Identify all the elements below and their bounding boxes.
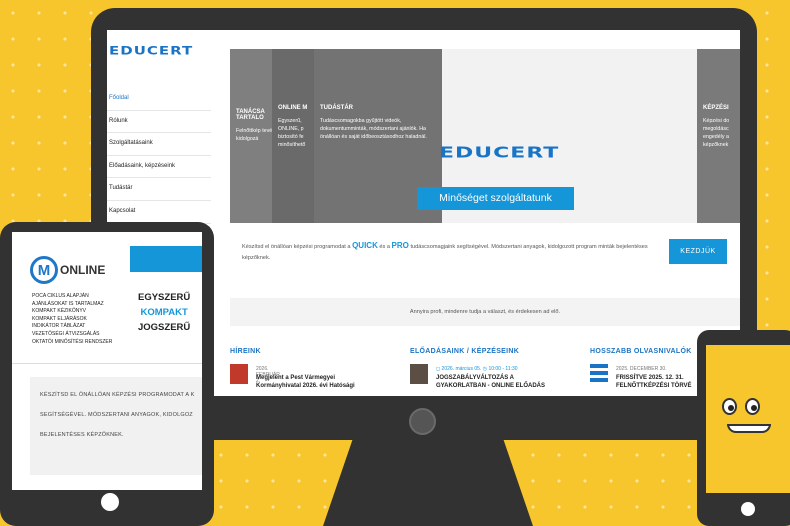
news-title[interactable]: FRISSÍTVE 2025. 12. 31. FELNŐTTKÉPZÉSI TÖ…	[616, 374, 692, 390]
news-column-olvasnivalok: HOSSZABB OLVASNIVALÓK 2025. DECEMBER 30.…	[590, 348, 692, 389]
news-heading[interactable]: ELŐADÁSAINK / KÉPZÉSEINK	[410, 348, 519, 355]
event-date: 2026. március 05.	[441, 366, 482, 372]
nav-item-szolgaltatasaink[interactable]: Szolgáltatásaink	[107, 133, 211, 156]
feature-list: POCA CIKLUS ALAPJÁN AJÁNLÁSOKAT IS TARTA…	[32, 293, 112, 346]
divider	[12, 363, 202, 364]
feature-item: POCA CIKLUS ALAPJÁN	[32, 293, 89, 299]
educert-e-icon[interactable]	[590, 364, 608, 384]
feature-item: INDIKÁTOR TÁBLÁZAT	[32, 323, 86, 330]
intro-pro: PRO	[391, 241, 409, 250]
intro-mid: és a	[377, 244, 392, 250]
news-title[interactable]: Megjelent a Pest Vármegyei Kormányhivatal…	[256, 374, 355, 390]
news-title-line: Kormányhivatal 2026. évi Hatósági	[256, 383, 355, 389]
site-logo[interactable]: EDUCERT	[109, 44, 193, 58]
intro-text: Készítsd el önállóan képzési programodat…	[242, 240, 662, 264]
nav-item-tudastar[interactable]: Tudástár	[107, 178, 211, 201]
tablet-home-button	[101, 493, 119, 511]
phone-home-button	[741, 502, 755, 516]
news-title-line: GYAKORLATBAN - ONLINE ELŐADÁS	[436, 383, 546, 389]
panel-heading: KÉPZÉSI	[703, 105, 729, 111]
intro-line: BEJELENTÉSES KÉPZŐKNEK.	[40, 432, 124, 438]
news-title-line: JOGSZABÁLYVÁLTOZÁS A	[436, 375, 515, 381]
phone-screen	[706, 345, 790, 493]
nav-item-rolunk[interactable]: Rólunk	[107, 111, 211, 134]
mascot-left-eye-icon	[722, 398, 737, 415]
hero-tagline: Minőséget szolgáltatunk	[417, 187, 574, 210]
news-heading[interactable]: HÍREINK	[230, 348, 261, 355]
news-column-eloadasaink: ELŐADÁSAINK / KÉPZÉSEINK ◻ 2026. március…	[410, 348, 545, 389]
tablet-header-bar	[130, 246, 202, 272]
feature-item: OKTATÓI MINŐSÍTÉSI RENDSZER	[32, 338, 113, 345]
nav-item-fooldal[interactable]: Főoldal	[107, 88, 211, 111]
intro-line: SEGÍTSÉGÉVEL. MÓDSZERTANI ANYAGOK, KIDOL…	[40, 412, 193, 418]
mascot-right-eye-icon	[745, 398, 760, 415]
monitor-stand	[323, 440, 533, 526]
m-logo-icon: M	[30, 256, 58, 284]
news-title-line: Megjelent a Pest Vármegyei	[256, 375, 336, 381]
event-time: 10:00 - 11:30	[488, 366, 518, 372]
news-thumbnail[interactable]	[230, 364, 248, 384]
news-date: 2025. DECEMBER 30.	[616, 366, 667, 372]
intro-line: KÉSZÍTSD EL ÖNÁLLÓAN KÉPZÉSI PROGRAMODAT…	[40, 392, 195, 398]
news-title-line: FELNŐTTKÉPZÉSI TÖRVÉ	[616, 383, 692, 389]
monitor-power-button	[409, 408, 436, 435]
testimonial-text: Annyira profi, mindenre tudja a választ,…	[409, 309, 561, 315]
online-logo[interactable]: M ONLINE	[30, 256, 105, 284]
slogan-line: JOGSZERŰ	[138, 322, 191, 333]
hero-logo: EDUCERT	[439, 144, 560, 162]
feature-item: KOMPAKT KÉZIKÖNYV	[32, 308, 86, 315]
news-date: ◻ 2026. március 05. ◷ 10:00 - 11:30	[436, 366, 518, 372]
main-nav: Főoldal Rólunk Szolgáltatásaink Előadása…	[107, 88, 211, 224]
nav-item-kapcsolat[interactable]: Kapcsolat	[107, 201, 211, 224]
nav-item-eloadasaink[interactable]: Előadásaink, képzéseink	[107, 156, 211, 179]
mascot-mouth-icon	[727, 424, 771, 433]
slogan-line: EGYSZERŰ	[138, 292, 191, 303]
online-logo-text: ONLINE	[60, 263, 106, 277]
hero-panel-kepzesi[interactable]: KÉPZÉSI Képzési do megoldásc engedély a …	[697, 49, 740, 223]
panel-text: Képzési do megoldásc engedély a képzőkne…	[703, 118, 730, 148]
intro-pre: Készítsd el önállóan képzési programodat…	[242, 244, 353, 250]
news-title-line: FRISSÍTVE 2025. 12. 31.	[616, 375, 684, 381]
slogan-stack: EGYSZERŰ KOMPAKT JOGSZERŰ	[138, 290, 190, 335]
slogan-line: KOMPAKT	[140, 307, 188, 318]
tablet-intro-box: KÉSZÍTSD EL ÖNÁLLÓAN KÉPZÉSI PROGRAMODAT…	[30, 377, 202, 475]
kezdjuk-button[interactable]: KEZDJÜK	[669, 239, 727, 264]
news-thumbnail[interactable]	[410, 364, 428, 384]
news-heading[interactable]: HOSSZABB OLVASNIVALÓK	[590, 348, 692, 355]
news-column-hireink: HÍREINK 2026. FEBRUÁR 2. Megjelent a Pes…	[230, 348, 355, 389]
news-title[interactable]: JOGSZABÁLYVÁLTOZÁS A GYAKORLATBAN - ONLIN…	[436, 374, 545, 390]
panel-heading: TUDÁSTÁR	[320, 105, 353, 111]
tablet-screen: M ONLINE POCA CIKLUS ALAPJÁN AJÁNLÁSOKAT…	[12, 232, 202, 490]
panel-text: Tudáscsomagokba gyűjtött videók, dokumen…	[320, 118, 427, 140]
testimonial-band: Annyira profi, mindenre tudja a választ,…	[230, 298, 740, 326]
intro-quick: QUICK	[352, 241, 378, 250]
feature-item: VEZETŐSÉGI ÁTVIZSGÁLÁS	[32, 330, 100, 337]
